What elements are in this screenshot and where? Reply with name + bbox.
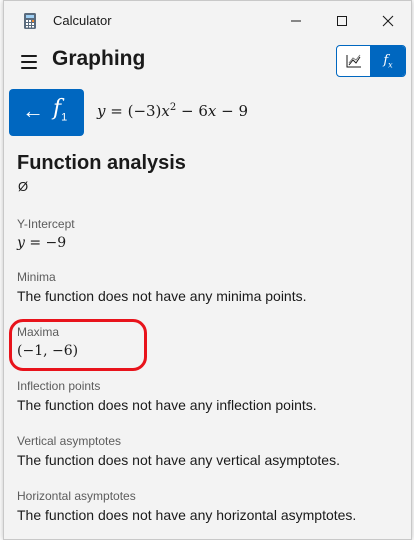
window-title: Calculator	[53, 13, 112, 28]
maxima-highlight-annotation	[9, 319, 147, 371]
horizontal-asymptotes-section: Horizontal asymptotes The function does …	[17, 489, 397, 523]
title-bar[interactable]: Calculator	[4, 1, 411, 41]
vertical-asymptotes-value: The function does not have any vertical …	[17, 452, 340, 468]
hamburger-menu-button[interactable]	[21, 53, 41, 71]
inflection-label: Inflection points	[17, 379, 101, 393]
function-row: ← f1 y = (−3)x2 − 6x − 9	[4, 89, 411, 136]
equation-var: x	[161, 102, 170, 120]
analysis-heading: Function analysis	[17, 152, 186, 174]
minimize-icon	[291, 20, 301, 22]
graph-icon	[346, 54, 361, 68]
maximize-icon	[337, 16, 347, 26]
inflection-value: The function does not have any inflectio…	[17, 397, 317, 413]
function-label-name: f	[53, 96, 62, 121]
equation-coef: = (−3)	[105, 102, 162, 120]
function-equation: y = (−3)x2 − 6x − 9	[97, 102, 248, 120]
domain-value: Ø	[18, 179, 29, 194]
maximize-button[interactable]	[319, 1, 365, 41]
view-toggle: fx	[336, 45, 406, 77]
mode-title: Graphing	[52, 47, 146, 70]
calculator-window: Calculator Graphing fx ← f1 y = (−3)x2 −…	[3, 0, 412, 540]
y-intercept-rest: = −9	[24, 235, 67, 251]
minimize-button[interactable]	[273, 1, 319, 41]
close-button[interactable]	[365, 1, 411, 41]
minima-section: Minima The function does not have any mi…	[17, 270, 397, 304]
minima-label: Minima	[17, 270, 56, 284]
function-icon: fx	[383, 52, 393, 70]
hamburger-icon	[21, 55, 37, 57]
function-label-sub: 1	[61, 111, 68, 124]
analysis-panel: Function analysis Ø Y-Intercept y = −9 M…	[4, 141, 411, 539]
y-intercept-var: y	[17, 235, 25, 251]
graph-view-button[interactable]	[337, 46, 371, 76]
minima-value: The function does not have any minima po…	[17, 288, 307, 304]
horizontal-asymptotes-value: The function does not have any horizonta…	[17, 507, 357, 523]
y-intercept-label: Y-Intercept	[17, 217, 75, 231]
calculator-icon	[24, 13, 36, 29]
horizontal-asymptotes-label: Horizontal asymptotes	[17, 489, 136, 503]
y-intercept-value: y = −9	[17, 235, 397, 251]
y-intercept-section: Y-Intercept y = −9	[17, 217, 397, 251]
back-arrow-icon: ←	[22, 98, 44, 123]
vertical-asymptotes-label: Vertical asymptotes	[17, 434, 122, 448]
function-view-button[interactable]: fx	[371, 46, 405, 76]
inflection-section: Inflection points The function does not …	[17, 379, 397, 413]
back-button[interactable]: ← f1	[9, 89, 84, 136]
equation-linear: − 6	[176, 102, 208, 120]
close-icon	[382, 15, 394, 27]
vertical-asymptotes-section: Vertical asymptotes The function does no…	[17, 434, 397, 468]
function-label: f1	[53, 96, 67, 123]
equation-constant: − 9	[216, 102, 249, 120]
